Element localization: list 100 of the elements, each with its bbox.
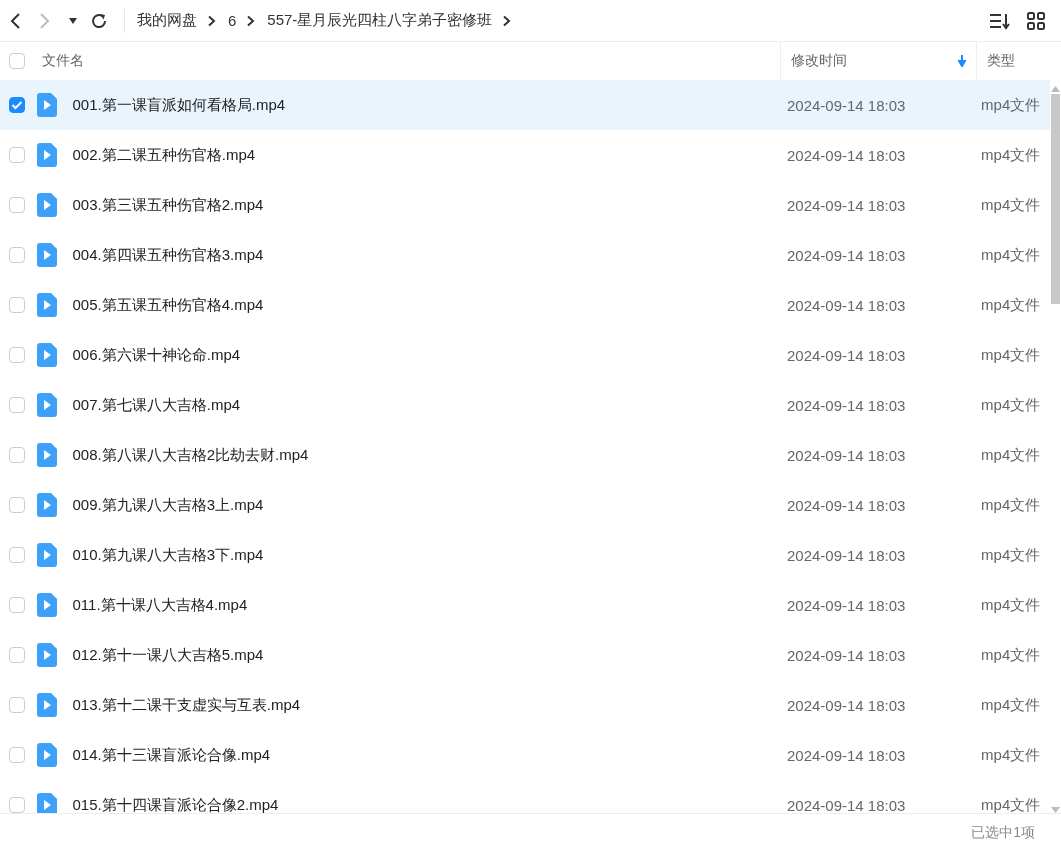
modified-time: 2024-09-14 18:03 [786, 646, 906, 664]
chevron-icon [246, 14, 256, 27]
row-checkbox[interactable] [8, 497, 25, 513]
file-row[interactable]: 009.第九课八大吉格3上.mp4 2024-09-14 18:03 mp4文件 [0, 480, 1050, 530]
file-name: 010.第九课八大吉格3下.mp4 [72, 545, 264, 565]
file-name: 009.第九课八大吉格3上.mp4 [72, 495, 264, 515]
row-checkbox[interactable] [8, 247, 25, 263]
file-name: 014.第十三课盲派论合像.mp4 [72, 745, 271, 765]
chevron-icon [502, 14, 512, 27]
file-row[interactable]: 012.第十一课八大吉格5.mp4 2024-09-14 18:03 mp4文件 [0, 630, 1050, 680]
scrollbar-thumb[interactable] [1051, 94, 1060, 304]
chevron-icon [207, 14, 216, 27]
video-file-icon [36, 293, 57, 317]
modified-time: 2024-09-14 18:03 [786, 746, 906, 764]
caret-icon [68, 16, 78, 25]
modified-time: 2024-09-14 18:03 [786, 96, 906, 114]
file-name: 011.第十课八大吉格4.mp4 [72, 595, 248, 615]
file-type: mp4文件 [981, 545, 1041, 563]
breadcrumb-link[interactable]: 557-星月辰光四柱八字弟子密修班 [267, 11, 493, 30]
selection-status: 已选中1项 [971, 824, 1035, 842]
row-checkbox[interactable] [8, 597, 25, 613]
file-name: 001.第一课盲派如何看格局.mp4 [72, 95, 286, 115]
modified-time: 2024-09-14 18:03 [786, 146, 906, 164]
file-row[interactable]: 013.第十二课干支虚实与互表.mp4 2024-09-14 18:03 mp4文件 [0, 680, 1050, 730]
file-row[interactable]: 014.第十三课盲派论合像.mp4 2024-09-14 18:03 mp4文件 [0, 730, 1050, 780]
row-checkbox[interactable] [8, 647, 25, 663]
file-type: mp4文件 [981, 95, 1041, 113]
row-checkbox[interactable] [8, 197, 25, 213]
row-checkbox[interactable] [8, 97, 25, 113]
refresh-icon [90, 11, 108, 30]
column-header[interactable]: 修改时间 [790, 52, 847, 70]
video-file-icon [36, 143, 57, 167]
row-checkbox[interactable] [8, 347, 25, 363]
file-row[interactable]: 010.第九课八大吉格3下.mp4 2024-09-14 18:03 mp4文件 [0, 530, 1050, 580]
video-file-icon [36, 243, 57, 267]
file-name: 003.第三课五种伤官格2.mp4 [72, 195, 264, 215]
file-type: mp4文件 [981, 795, 1041, 813]
file-type: mp4文件 [981, 395, 1041, 413]
file-type: mp4文件 [981, 595, 1041, 613]
modified-time: 2024-09-14 18:03 [786, 346, 906, 364]
file-type: mp4文件 [981, 295, 1041, 313]
row-checkbox[interactable] [8, 697, 25, 713]
file-row[interactable]: 004.第四课五种伤官格3.mp4 2024-09-14 18:03 mp4文件 [0, 230, 1050, 280]
row-checkbox[interactable] [8, 447, 25, 463]
grid-icon [1027, 11, 1045, 30]
row-checkbox[interactable] [8, 797, 25, 813]
file-row[interactable]: 005.第五课五种伤官格4.mp4 2024-09-14 18:03 mp4文件 [0, 280, 1050, 330]
modified-time: 2024-09-14 18:03 [786, 796, 906, 813]
scroll-down-arrow-icon[interactable] [1051, 807, 1060, 813]
modified-time: 2024-09-14 18:03 [786, 196, 906, 214]
modified-time: 2024-09-14 18:03 [786, 596, 906, 614]
video-file-icon [36, 593, 57, 617]
row-checkbox[interactable] [8, 547, 25, 563]
breadcrumb-link[interactable]: 6 [228, 12, 237, 29]
row-checkbox[interactable] [8, 397, 25, 413]
file-type: mp4文件 [981, 195, 1041, 213]
file-name: 013.第十二课干支虚实与互表.mp4 [72, 695, 301, 715]
row-checkbox[interactable] [8, 297, 25, 313]
file-row[interactable]: 001.第一课盲派如何看格局.mp4 2024-09-14 18:03 mp4文件 [0, 80, 1050, 130]
file-name: 004.第四课五种伤官格3.mp4 [72, 245, 264, 265]
video-file-icon [36, 693, 57, 717]
file-name: 008.第八课八大吉格2比劫去财.mp4 [72, 445, 309, 465]
modified-time: 2024-09-14 18:03 [786, 696, 906, 714]
file-type: mp4文件 [981, 495, 1041, 513]
video-file-icon [36, 343, 57, 367]
video-file-icon [36, 793, 57, 813]
file-type: mp4文件 [981, 645, 1041, 663]
file-row[interactable]: 003.第三课五种伤官格2.mp4 2024-09-14 18:03 mp4文件 [0, 180, 1050, 230]
video-file-icon [36, 493, 57, 517]
file-type: mp4文件 [981, 345, 1041, 363]
modified-time: 2024-09-14 18:03 [786, 446, 906, 464]
scroll-up-arrow-icon[interactable] [1051, 86, 1060, 92]
row-checkbox[interactable] [8, 147, 25, 163]
file-type: mp4文件 [981, 695, 1041, 713]
select-all-checkbox[interactable] [8, 53, 25, 69]
file-row[interactable]: 015.第十四课盲派论合像2.mp4 2024-09-14 18:03 mp4文件 [0, 780, 1050, 813]
file-row[interactable]: 011.第十课八大吉格4.mp4 2024-09-14 18:03 mp4文件 [0, 580, 1050, 630]
file-name: 012.第十一课八大吉格5.mp4 [72, 645, 264, 665]
video-file-icon [36, 543, 57, 567]
file-row[interactable]: 006.第六课十神论命.mp4 2024-09-14 18:03 mp4文件 [0, 330, 1050, 380]
column-header[interactable]: 文件名 [41, 52, 84, 70]
modified-time: 2024-09-14 18:03 [786, 296, 906, 314]
modified-time: 2024-09-14 18:03 [786, 396, 906, 414]
chevron-left-icon [8, 11, 22, 30]
video-file-icon [36, 443, 57, 467]
file-type: mp4文件 [981, 145, 1041, 163]
file-type: mp4文件 [981, 745, 1041, 763]
video-file-icon [36, 93, 57, 117]
row-checkbox[interactable] [8, 747, 25, 763]
video-file-icon [36, 643, 57, 667]
modified-time: 2024-09-14 18:03 [786, 496, 906, 514]
breadcrumb-link[interactable]: 我的网盘 [137, 11, 197, 30]
file-name: 002.第二课五种伤官格.mp4 [72, 145, 256, 165]
file-row[interactable]: 007.第七课八大吉格.mp4 2024-09-14 18:03 mp4文件 [0, 380, 1050, 430]
file-row[interactable]: 008.第八课八大吉格2比劫去财.mp4 2024-09-14 18:03 mp4文件 [0, 430, 1050, 480]
file-name: 015.第十四课盲派论合像2.mp4 [72, 795, 279, 813]
modified-time: 2024-09-14 18:03 [786, 546, 906, 564]
video-file-icon [36, 193, 57, 217]
file-row[interactable]: 002.第二课五种伤官格.mp4 2024-09-14 18:03 mp4文件 [0, 130, 1050, 180]
column-header[interactable]: 类型 [986, 52, 1015, 70]
